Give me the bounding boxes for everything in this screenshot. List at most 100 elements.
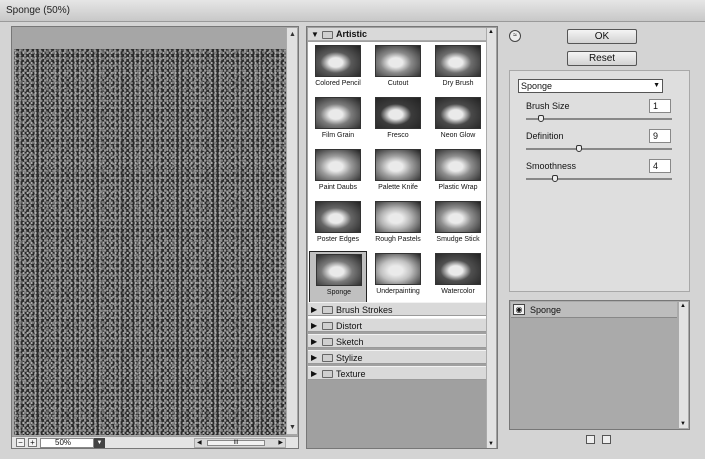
zoom-dropdown-icon[interactable]: ▼: [94, 438, 105, 448]
category-label: Artistic: [336, 29, 368, 39]
filter-thumbnail[interactable]: Smudge Stick: [429, 199, 487, 251]
filter-thumbnail[interactable]: Film Grain: [309, 95, 367, 147]
delete-effect-layer-icon[interactable]: [602, 435, 611, 444]
filter-label: Neon Glow: [440, 132, 476, 139]
filter-thumbnail[interactable]: Palette Knife: [369, 147, 427, 199]
filter-thumbnail[interactable]: Neon Glow: [429, 95, 487, 147]
preview-pane: ▲ ▼ − + 50% ▼ ◀ III ▶: [11, 26, 299, 449]
scroll-up-arrow-icon[interactable]: ▲: [680, 303, 686, 309]
scroll-left-arrow-icon[interactable]: ◀: [197, 439, 202, 447]
param-slider-handle[interactable]: [575, 145, 582, 152]
filter-thumbnail[interactable]: Poster Edges: [309, 199, 367, 251]
scroll-up-arrow-icon[interactable]: ▲: [488, 29, 494, 35]
eye-icon[interactable]: ◉: [513, 304, 525, 315]
filter-label: Plastic Wrap: [438, 184, 478, 191]
category-row[interactable]: ▶ Stylize: [308, 350, 486, 364]
param-label: Smoothness: [526, 161, 577, 171]
filter-thumbnail[interactable]: Plastic Wrap: [429, 147, 487, 199]
effect-layer-label: Sponge: [530, 305, 562, 315]
new-effect-layer-icon[interactable]: [586, 435, 595, 444]
param-value-field[interactable]: 4: [649, 159, 671, 173]
filter-thumbnail[interactable]: Underpainting: [369, 251, 427, 303]
zoom-in-button[interactable]: +: [28, 438, 37, 447]
param-slider-handle[interactable]: [537, 115, 544, 122]
scroll-up-arrow-icon[interactable]: ▲: [288, 30, 297, 39]
scroll-down-arrow-icon[interactable]: ▼: [680, 421, 686, 427]
folder-icon: [322, 338, 333, 346]
ok-button[interactable]: OK: [567, 29, 637, 44]
category-label: Texture: [336, 369, 366, 379]
filter-preview-image: [316, 254, 362, 286]
filter-thumbnail[interactable]: Dry Brush: [429, 43, 487, 95]
category-label: Brush Strokes: [336, 305, 393, 315]
preview-image[interactable]: [14, 49, 286, 435]
filter-preview-image: [375, 201, 421, 233]
param-value-field[interactable]: 1: [649, 99, 671, 113]
filter-label: Cutout: [387, 80, 409, 87]
scroll-thumb[interactable]: III: [207, 440, 265, 446]
filter-thumbnail[interactable]: Sponge: [309, 251, 367, 303]
folder-icon: [322, 370, 333, 378]
scroll-down-arrow-icon[interactable]: ▼: [488, 441, 494, 447]
filter-label: Underpainting: [376, 288, 420, 295]
category-artistic[interactable]: ▼ Artistic: [308, 28, 486, 41]
preview-vertical-scrollbar[interactable]: ▲ ▼: [286, 28, 297, 434]
filter-thumbnail[interactable]: Watercolor: [429, 251, 487, 303]
folder-icon: [322, 31, 333, 39]
filter-thumbnail[interactable]: Paint Daubs: [309, 147, 367, 199]
folder-icon: [322, 354, 333, 362]
filter-label: Sponge: [326, 289, 352, 296]
filter-preview-image: [375, 97, 421, 129]
layers-scrollbar[interactable]: ▲ ▼: [678, 302, 688, 428]
reset-button[interactable]: Reset: [567, 51, 637, 66]
filter-label: Film Grain: [321, 132, 355, 139]
filter-select[interactable]: Sponge ▼: [518, 79, 663, 93]
filter-select-value: Sponge: [521, 81, 553, 91]
filter-thumbnail[interactable]: Rough Pastels: [369, 199, 427, 251]
folder-icon: [322, 306, 333, 314]
chevron-down-icon: ▼: [653, 82, 660, 89]
filter-parameters-panel: Sponge ▼ Brush Size 1 Definition 9 Smoothnes…: [509, 70, 690, 292]
param-slider-handle[interactable]: [552, 175, 559, 182]
collapsed-triangle-icon: ▶: [311, 353, 318, 362]
category-row[interactable]: ▶ Sketch: [308, 334, 486, 348]
category-row[interactable]: ▶ Distort: [308, 318, 486, 332]
filter-preview-image: [375, 149, 421, 181]
expanded-triangle-icon: ▼: [311, 30, 319, 39]
filter-preview-image: [435, 253, 481, 285]
param-slider-track[interactable]: [526, 178, 672, 180]
preview-bottom-bar: − + 50% ▼ ◀ III ▶: [12, 436, 298, 448]
collapsed-triangle-icon: ▶: [311, 305, 318, 314]
collapsed-triangle-icon: ▶: [311, 321, 318, 330]
filter-label: Rough Pastels: [375, 236, 421, 243]
effect-layer[interactable]: ◉ Sponge: [511, 302, 677, 318]
collapse-gallery-button[interactable]: ≈: [509, 30, 521, 42]
filter-thumbnail[interactable]: Fresco: [369, 95, 427, 147]
param-slider-track[interactable]: [526, 148, 672, 150]
window-title: Sponge (50%): [6, 5, 70, 16]
filter-label: Paint Daubs: [318, 184, 358, 191]
category-row[interactable]: ▶ Brush Strokes: [308, 302, 486, 316]
filter-thumbnail[interactable]: Cutout: [369, 43, 427, 95]
category-row[interactable]: ▶ Texture: [308, 366, 486, 380]
gallery-scrollbar[interactable]: ▲ ▼: [486, 28, 496, 448]
scroll-down-arrow-icon[interactable]: ▼: [288, 423, 297, 432]
filter-preview-image: [315, 45, 361, 77]
scroll-right-arrow-icon[interactable]: ▶: [278, 439, 283, 447]
preview-horizontal-scrollbar[interactable]: ◀ III ▶: [194, 438, 286, 448]
param-slider-track[interactable]: [526, 118, 672, 120]
filter-label: Dry Brush: [442, 80, 474, 87]
category-label: Stylize: [336, 353, 363, 363]
filter-thumbnail[interactable]: Colored Pencil: [309, 43, 367, 95]
collapsed-triangle-icon: ▶: [311, 337, 318, 346]
filter-preview-image: [375, 253, 421, 285]
collapsed-triangle-icon: ▶: [311, 369, 318, 378]
filter-thumbnails: Colored Pencil Cutout Dry Brush Film Grain F…: [308, 42, 486, 324]
param-value-field[interactable]: 9: [649, 129, 671, 143]
filter-preview-image: [315, 201, 361, 233]
zoom-out-button[interactable]: −: [16, 438, 25, 447]
filter-label: Watercolor: [441, 288, 475, 295]
folder-icon: [322, 322, 333, 330]
zoom-level-field[interactable]: 50%: [40, 438, 94, 448]
filter-preview-image: [315, 97, 361, 129]
